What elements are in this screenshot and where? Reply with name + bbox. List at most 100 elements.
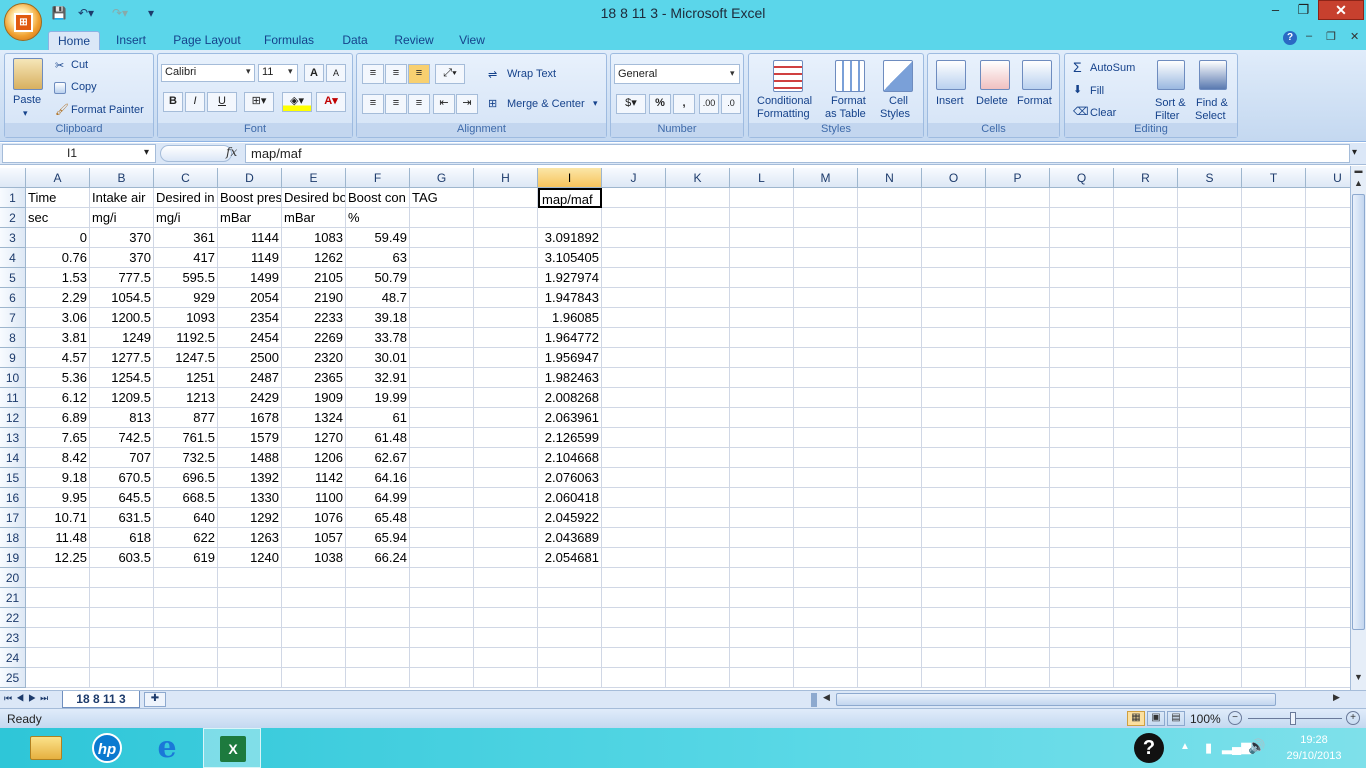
cell[interactable] bbox=[1114, 608, 1178, 628]
cell[interactable] bbox=[538, 588, 602, 608]
autosum-icon[interactable]: Σ bbox=[1073, 59, 1082, 75]
column-header[interactable]: J bbox=[602, 168, 666, 188]
cell[interactable]: 2429 bbox=[218, 388, 282, 408]
cell[interactable] bbox=[154, 648, 218, 668]
cell[interactable] bbox=[794, 528, 858, 548]
cell[interactable] bbox=[474, 608, 538, 628]
cell[interactable] bbox=[474, 348, 538, 368]
autosum-button[interactable]: AutoSum bbox=[1090, 62, 1135, 74]
cell[interactable] bbox=[538, 608, 602, 628]
cell[interactable] bbox=[858, 288, 922, 308]
cell[interactable] bbox=[90, 628, 154, 648]
cell[interactable] bbox=[1050, 508, 1114, 528]
cell[interactable] bbox=[1242, 568, 1306, 588]
cell[interactable] bbox=[1050, 388, 1114, 408]
cell[interactable]: 1262 bbox=[282, 248, 346, 268]
cell[interactable] bbox=[1242, 308, 1306, 328]
cell[interactable] bbox=[410, 568, 474, 588]
cell[interactable]: 1579 bbox=[218, 428, 282, 448]
cell[interactable] bbox=[26, 648, 90, 668]
cell[interactable] bbox=[1242, 488, 1306, 508]
cell[interactable] bbox=[858, 528, 922, 548]
cell[interactable] bbox=[730, 648, 794, 668]
align-top-icon[interactable]: ≡ bbox=[362, 64, 384, 84]
cell[interactable]: 2320 bbox=[282, 348, 346, 368]
cell[interactable]: 2.076063 bbox=[538, 468, 602, 488]
cell[interactable] bbox=[730, 348, 794, 368]
cell[interactable] bbox=[730, 288, 794, 308]
cell[interactable] bbox=[474, 508, 538, 528]
cell[interactable] bbox=[474, 648, 538, 668]
excel-taskbar-icon[interactable]: X bbox=[203, 728, 261, 768]
cell[interactable] bbox=[1114, 448, 1178, 468]
row-header[interactable]: 24 bbox=[0, 648, 26, 668]
cell[interactable] bbox=[858, 228, 922, 248]
cell[interactable] bbox=[1242, 188, 1306, 208]
cell[interactable] bbox=[666, 208, 730, 228]
zoom-in-icon[interactable]: + bbox=[1346, 711, 1360, 725]
clock-time[interactable]: 19:28 bbox=[1274, 734, 1354, 746]
cell[interactable] bbox=[922, 348, 986, 368]
cut-icon[interactable]: ✂ bbox=[55, 59, 64, 72]
cell[interactable] bbox=[1114, 588, 1178, 608]
cell[interactable]: 33.78 bbox=[346, 328, 410, 348]
column-header[interactable]: F bbox=[346, 168, 410, 188]
cell[interactable] bbox=[538, 568, 602, 588]
cell[interactable] bbox=[1114, 668, 1178, 688]
cell[interactable] bbox=[922, 228, 986, 248]
align-bottom-icon[interactable]: ≡ bbox=[408, 64, 430, 84]
cell[interactable]: 742.5 bbox=[90, 428, 154, 448]
cell[interactable] bbox=[1178, 528, 1242, 548]
cell[interactable]: 645.5 bbox=[90, 488, 154, 508]
cell[interactable] bbox=[1178, 488, 1242, 508]
cell[interactable] bbox=[794, 208, 858, 228]
cell[interactable] bbox=[794, 648, 858, 668]
cell[interactable] bbox=[986, 608, 1050, 628]
cell[interactable]: 50.79 bbox=[346, 268, 410, 288]
cell[interactable] bbox=[666, 628, 730, 648]
cell[interactable] bbox=[474, 248, 538, 268]
cell[interactable] bbox=[410, 648, 474, 668]
cell[interactable]: mg/i bbox=[90, 208, 154, 228]
help-support-icon[interactable]: ? bbox=[1134, 733, 1164, 763]
cell[interactable]: 1057 bbox=[282, 528, 346, 548]
cell[interactable] bbox=[794, 568, 858, 588]
cell[interactable] bbox=[858, 628, 922, 648]
cell[interactable]: 1144 bbox=[218, 228, 282, 248]
cell[interactable]: 1213 bbox=[154, 388, 218, 408]
zoom-slider-thumb[interactable] bbox=[1290, 712, 1296, 725]
cell[interactable] bbox=[922, 368, 986, 388]
cell[interactable] bbox=[730, 528, 794, 548]
cell[interactable] bbox=[730, 608, 794, 628]
cell[interactable] bbox=[1178, 628, 1242, 648]
scroll-left-icon[interactable]: ◀ bbox=[820, 692, 833, 707]
cell[interactable] bbox=[666, 568, 730, 588]
ribbon-close-icon[interactable]: ✕ bbox=[1350, 30, 1359, 43]
cell[interactable] bbox=[730, 628, 794, 648]
page-layout-view-icon[interactable]: ▣ bbox=[1147, 711, 1165, 726]
merge-dropdown-icon[interactable]: ▾ bbox=[593, 98, 598, 109]
cell[interactable]: 2054 bbox=[218, 288, 282, 308]
cell[interactable] bbox=[538, 648, 602, 668]
format-cells-icon[interactable] bbox=[1022, 60, 1052, 90]
column-header[interactable]: O bbox=[922, 168, 986, 188]
italic-button[interactable]: I bbox=[185, 92, 205, 112]
cell[interactable] bbox=[218, 588, 282, 608]
normal-view-icon[interactable]: ▦ bbox=[1127, 711, 1145, 726]
percent-button[interactable]: % bbox=[649, 94, 671, 114]
cell[interactable] bbox=[858, 208, 922, 228]
cell[interactable] bbox=[1242, 368, 1306, 388]
cell[interactable] bbox=[666, 648, 730, 668]
cell[interactable]: 668.5 bbox=[154, 488, 218, 508]
cell[interactable] bbox=[858, 408, 922, 428]
cell[interactable] bbox=[1050, 628, 1114, 648]
row-header[interactable]: 23 bbox=[0, 628, 26, 648]
cell[interactable] bbox=[858, 468, 922, 488]
cell[interactable] bbox=[602, 648, 666, 668]
cell[interactable]: 1330 bbox=[218, 488, 282, 508]
number-format-select[interactable]: General bbox=[614, 64, 740, 84]
cell[interactable] bbox=[922, 448, 986, 468]
decrease-decimal-button[interactable]: .0 bbox=[721, 94, 741, 114]
cell-styles-button[interactable]: Cell bbox=[889, 95, 908, 107]
cell[interactable] bbox=[922, 508, 986, 528]
